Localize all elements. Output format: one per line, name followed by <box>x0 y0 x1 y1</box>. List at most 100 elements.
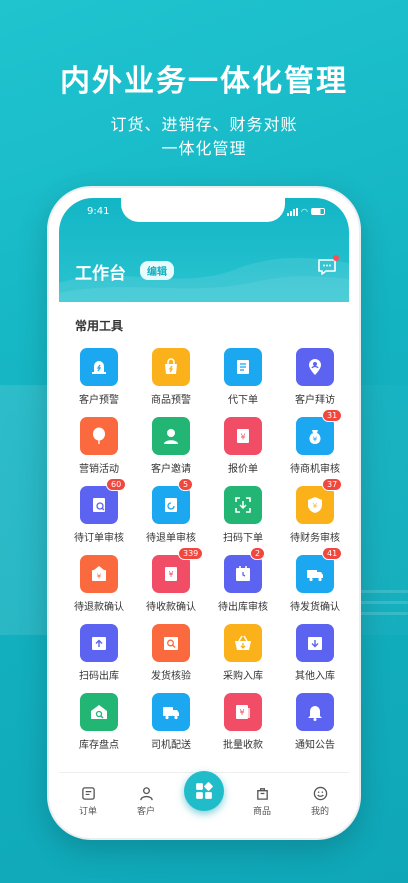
tab-orders-label: 订单 <box>78 807 97 817</box>
tool-item[interactable]: 代下单 <box>207 348 279 406</box>
search-box-icon <box>152 624 190 662</box>
tool-item[interactable]: 客户拜访 <box>279 348 349 406</box>
tool-item[interactable]: 客户预警 <box>63 348 135 406</box>
tab-apps[interactable] <box>176 770 232 811</box>
tool-label: 代下单 <box>228 395 258 406</box>
promo-subline: 订货、进销存、财务对账 一体化管理 <box>0 113 408 161</box>
apps-fab-icon <box>196 781 213 799</box>
return-icon <box>152 486 190 524</box>
tool-label: 司机配送 <box>151 740 191 751</box>
tool-label: 待财务审核 <box>290 533 340 544</box>
count-badge: 5 <box>178 478 194 491</box>
basket-icon <box>224 624 262 662</box>
tab-me-label: 我的 <box>310 807 329 817</box>
order-tab-icon <box>81 787 95 800</box>
tool-item[interactable]: 商品预警 <box>135 348 207 406</box>
receipt-icon: ¥ <box>152 555 190 593</box>
tool-item[interactable]: 扫码出库 <box>63 624 135 682</box>
bag-icon <box>152 348 190 386</box>
order-icon <box>224 348 262 386</box>
truck-icon <box>296 555 334 593</box>
tool-item[interactable]: 采购入库 <box>207 624 279 682</box>
phone-notch <box>121 198 285 222</box>
count-badge: 31 <box>322 409 343 422</box>
tool-item[interactable]: 其他入库 <box>279 624 349 682</box>
tool-item[interactable]: 库存盘点 <box>63 693 135 751</box>
svg-text:¥: ¥ <box>239 708 244 717</box>
tool-label: 其他入库 <box>295 671 335 682</box>
tool-label: 扫码出库 <box>79 671 119 682</box>
page-title: 工作台 <box>75 264 126 284</box>
promo-headline: 内外业务一体化管理 <box>60 64 348 99</box>
tab-customers-label: 客户 <box>136 807 155 817</box>
tool-label: 客户邀请 <box>151 464 191 475</box>
count-badge: 37 <box>322 478 343 491</box>
tab-products-label: 商品 <box>252 807 271 817</box>
tool-item[interactable]: 待订单审核 60 <box>63 478 135 544</box>
tool-item[interactable]: 待退单审核 5 <box>135 478 207 544</box>
tool-item[interactable]: 发货核验 <box>135 624 207 682</box>
refund-icon: ¥ <box>80 555 118 593</box>
edit-button[interactable]: 编辑 <box>140 261 174 280</box>
tab-orders[interactable]: 订单 <box>60 786 116 817</box>
apps-fab-button[interactable] <box>184 770 224 811</box>
upload-box-icon <box>80 624 118 662</box>
section-title: 常用工具 <box>75 319 124 333</box>
balloon-icon <box>80 417 118 455</box>
order-review-icon <box>80 486 118 524</box>
tool-item[interactable]: ¥ 报价单 <box>207 417 279 475</box>
tool-label: 商品预警 <box>151 395 191 406</box>
tool-label: 客户拜访 <box>295 395 335 406</box>
phone-screen: 9:41 ◠ 工作台 编辑 常用工具 客户预警 商品预警 代下单 客户拜访 营销活动 客户… <box>59 198 349 828</box>
tool-label: 扫码下单 <box>223 533 263 544</box>
tab-customers[interactable]: 客户 <box>118 786 174 817</box>
phone-frame: 9:41 ◠ 工作台 编辑 常用工具 客户预警 商品预警 代下单 客户拜访 营销活动 客户… <box>47 186 361 840</box>
tool-item[interactable]: 待发货确认 41 <box>279 547 349 613</box>
alarm-icon <box>80 348 118 386</box>
svg-text:¥: ¥ <box>313 436 318 444</box>
tool-item[interactable]: 司机配送 <box>135 693 207 751</box>
location-user-icon <box>296 348 334 386</box>
count-badge: 339 <box>178 547 204 560</box>
tool-label: 报价单 <box>228 464 258 475</box>
svg-text:¥: ¥ <box>168 570 173 579</box>
signal-icon <box>287 207 299 216</box>
tab-bar: 订单 客户 商品 我的 <box>59 770 349 828</box>
status-time: 9:41 <box>87 206 110 217</box>
tab-products[interactable]: 商品 <box>234 786 290 817</box>
tool-item[interactable]: 通知公告 <box>279 693 349 751</box>
tool-item[interactable]: ¥ 待收款确认 339 <box>135 547 207 613</box>
tool-item[interactable]: ¥ 待财务审核 37 <box>279 478 349 544</box>
scan-icon <box>224 486 262 524</box>
download-box-icon <box>296 624 334 662</box>
tool-item[interactable]: 客户邀请 <box>135 417 207 475</box>
tab-me[interactable]: 我的 <box>292 786 348 817</box>
tool-label: 批量收款 <box>223 740 263 751</box>
quote-icon: ¥ <box>224 417 262 455</box>
tool-label: 通知公告 <box>295 740 335 751</box>
tool-item[interactable]: 扫码下单 <box>207 486 279 544</box>
tool-item[interactable]: ¥ 待退款确认 <box>63 555 135 613</box>
product-tab-icon <box>256 788 268 800</box>
delivery-truck-icon <box>152 693 190 731</box>
tool-item[interactable]: ¥ 待商机审核 31 <box>279 409 349 475</box>
batch-receipt-icon: ¥ <box>224 693 262 731</box>
count-badge: 41 <box>322 547 343 560</box>
tool-label: 待退款确认 <box>74 602 124 613</box>
me-tab-icon <box>313 786 327 801</box>
tool-label: 待发货确认 <box>290 602 340 613</box>
count-badge: 2 <box>250 547 266 560</box>
tool-label: 库存盘点 <box>79 740 119 751</box>
battery-icon <box>311 208 325 215</box>
calendar-icon <box>224 555 262 593</box>
tool-label: 客户预警 <box>79 395 119 406</box>
warehouse-icon <box>80 693 118 731</box>
bell-icon <box>296 693 334 731</box>
tool-item[interactable]: 营销活动 <box>63 417 135 475</box>
tool-item[interactable]: 待出库审核 2 <box>207 547 279 613</box>
user-icon <box>152 417 190 455</box>
tool-label: 待退单审核 <box>146 533 196 544</box>
tool-item[interactable]: ¥ 批量收款 <box>207 693 279 751</box>
tool-label: 待商机审核 <box>290 464 340 475</box>
promo-subline-1: 订货、进销存、财务对账 <box>110 115 298 134</box>
